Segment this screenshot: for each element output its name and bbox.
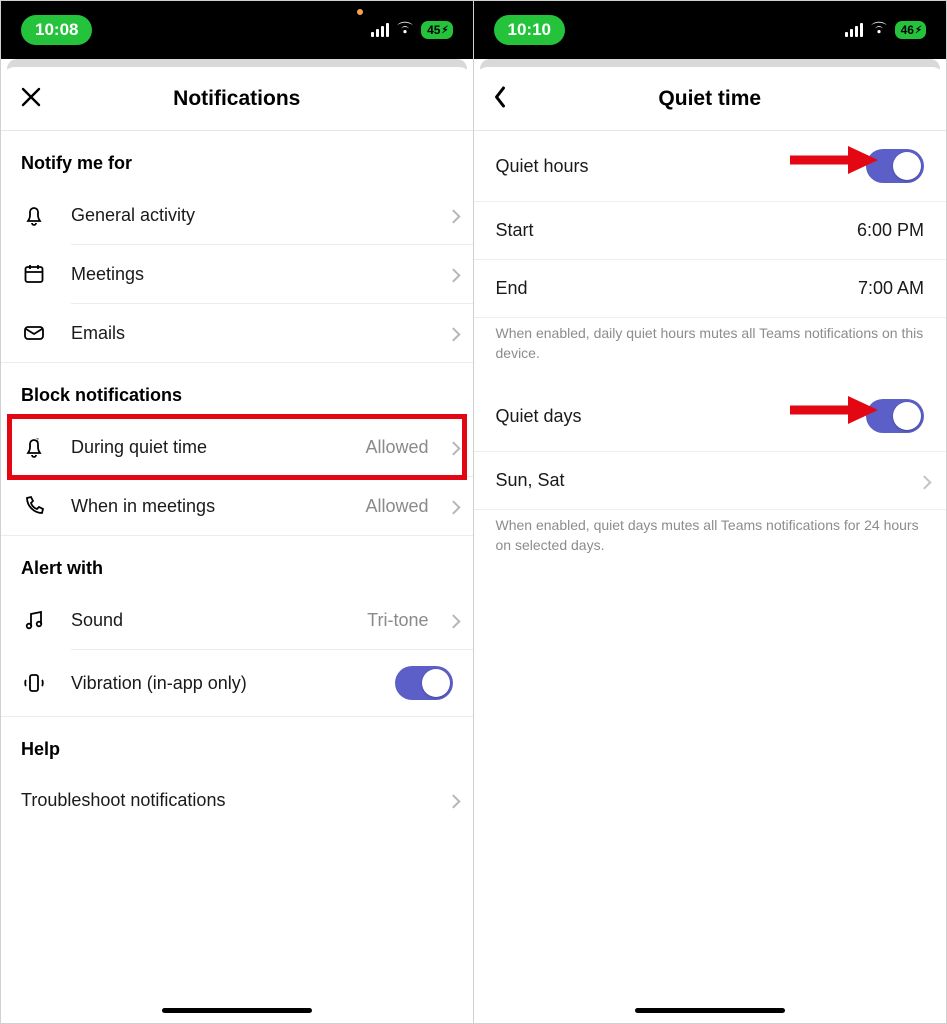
row-value: Tri-tone [367,610,428,631]
battery-icon: 45⚡︎ [421,21,452,39]
status-bar: 10:10 46⚡︎ [474,1,947,59]
row-label: Meetings [71,264,453,285]
row-label: Quiet days [496,406,582,427]
arrow-annotation-icon [788,143,878,177]
quiet-time-sheet: Quiet time Quiet hours Start 6:00 PM End… [474,67,947,1023]
cellular-icon [371,23,389,37]
status-right: 46⚡︎ [845,20,926,40]
navbar: Notifications [1,67,473,131]
row-value: Allowed [365,437,428,458]
cellular-icon [845,23,863,37]
row-sound[interactable]: Sound Tri-tone [1,591,473,649]
home-indicator [162,1008,312,1013]
row-value: Allowed [365,496,428,517]
row-troubleshoot[interactable]: Troubleshoot notifications [1,772,473,828]
row-quiet-hours[interactable]: Quiet hours [474,131,947,201]
home-indicator [635,1008,785,1013]
status-right: 45⚡︎ [371,20,452,40]
row-emails[interactable]: Emails [1,304,473,362]
section-header-alert: Alert with [1,536,473,591]
quiet-hours-footnote: When enabled, daily quiet hours mutes al… [474,318,947,381]
row-label: Troubleshoot notifications [21,790,453,811]
row-meetings[interactable]: Meetings [1,245,473,303]
row-label: Sound [71,610,367,631]
mail-icon [21,320,47,346]
row-value: 6:00 PM [857,220,924,241]
row-label: End [496,278,528,299]
notifications-sheet: Notifications Notify me for General acti… [1,67,473,1023]
row-value: 7:00 AM [858,278,924,299]
vibration-toggle[interactable] [395,666,453,700]
row-quiet-days-picker[interactable]: Sun, Sat [474,452,947,509]
row-label: During quiet time [71,437,365,458]
quiet-hours-toggle[interactable] [866,149,924,183]
status-bar: 10:08 45⚡︎ [1,1,473,59]
row-label: Sun, Sat [496,470,565,491]
music-icon [21,607,47,633]
row-quiet-days[interactable]: Quiet days [474,381,947,451]
section-header-help: Help [1,717,473,772]
row-during-quiet-time[interactable]: z During quiet time Allowed [1,418,473,476]
battery-icon: 46⚡︎ [895,21,926,39]
calendar-icon [21,261,47,287]
wifi-icon [869,20,889,40]
row-start-time[interactable]: Start 6:00 PM [474,202,947,259]
row-label: When in meetings [71,496,365,517]
bell-icon [21,202,47,228]
row-end-time[interactable]: End 7:00 AM [474,260,947,317]
quiet-days-toggle[interactable] [866,399,924,433]
row-label: Start [496,220,534,241]
navbar: Quiet time [474,67,947,131]
chevron-left-icon [492,85,507,109]
back-button[interactable] [492,85,507,113]
phone-icon [21,493,47,519]
phone-notifications: 10:08 45⚡︎ Notifications Notify [0,0,474,1024]
wifi-icon [395,20,415,40]
highlight-annotation: z During quiet time Allowed [1,418,473,476]
row-label: Vibration (in-app only) [71,673,395,694]
row-vibration[interactable]: Vibration (in-app only) [1,650,473,716]
page-title: Notifications [173,87,300,111]
section-header-block: Block notifications [1,363,473,418]
row-when-in-meetings[interactable]: When in meetings Allowed [1,477,473,535]
row-label: Emails [71,323,453,344]
close-button[interactable] [19,85,43,113]
row-label: General activity [71,205,453,226]
row-label: Quiet hours [496,156,589,177]
close-icon [19,85,43,109]
svg-text:z: z [36,438,39,444]
vibration-icon [21,670,47,696]
arrow-annotation-icon [788,393,878,427]
recording-indicator-icon [357,9,363,15]
phone-quiet-time: 10:10 46⚡︎ Quiet time Quiet hours [474,0,947,1024]
quiet-bell-icon: z [21,434,47,460]
page-title: Quiet time [658,87,761,111]
status-time: 10:10 [494,15,565,45]
section-header-notify: Notify me for [1,131,473,186]
status-time: 10:08 [21,15,92,45]
quiet-days-footnote: When enabled, quiet days mutes all Teams… [474,510,947,573]
row-general-activity[interactable]: General activity [1,186,473,244]
